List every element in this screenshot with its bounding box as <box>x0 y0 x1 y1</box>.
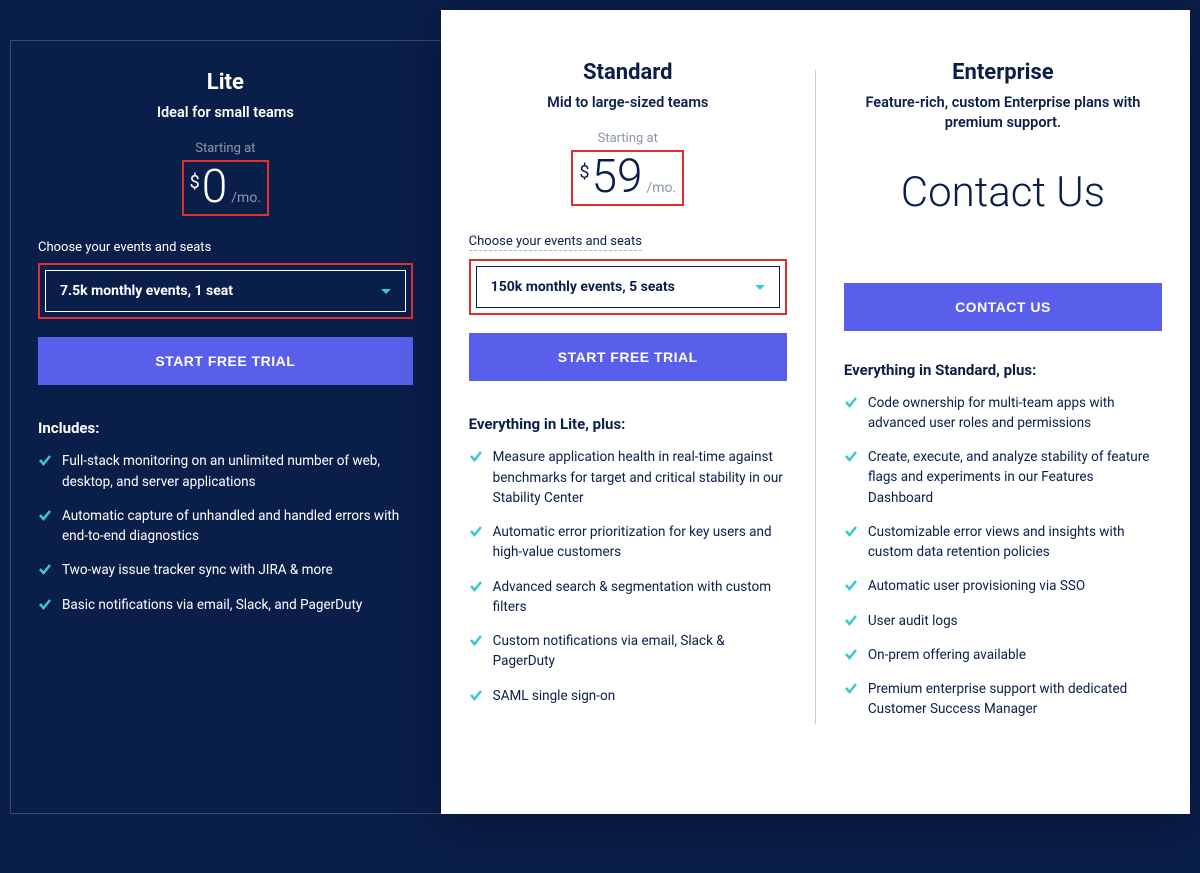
plan-card: Standard Mid to large-sized teams Starti… <box>441 10 1190 814</box>
feature-text: Advanced search & segmentation with cust… <box>493 577 787 618</box>
check-icon <box>38 562 52 576</box>
feature-text: Automatic capture of unhandled and handl… <box>62 506 413 547</box>
dropdown-highlight: 7.5k monthly events, 1 seat <box>38 263 413 319</box>
feature-item: Custom notifications via email, Slack & … <box>469 631 787 672</box>
feature-text: User audit logs <box>868 611 958 631</box>
dropdown-highlight: 150k monthly events, 5 seats <box>469 259 787 315</box>
plan-standard: Standard Mid to large-sized teams Starti… <box>441 60 815 764</box>
chevron-down-icon <box>381 289 391 294</box>
choose-label: Choose your events and seats <box>469 234 642 251</box>
feature-text: Premium enterprise support with dedicate… <box>868 679 1162 720</box>
starting-at-label: Starting at <box>38 141 413 156</box>
feature-text: Create, execute, and analyze stability o… <box>868 447 1162 508</box>
feature-item: Create, execute, and analyze stability o… <box>844 447 1162 508</box>
start-free-trial-button[interactable]: START FREE TRIAL <box>38 337 413 385</box>
feature-text: Code ownership for multi-team apps with … <box>868 393 1162 434</box>
plan-enterprise: Enterprise Feature-rich, custom Enterpri… <box>816 60 1190 764</box>
plan-title: Lite <box>38 70 413 95</box>
price-suffix: /mo. <box>646 180 676 196</box>
choose-label: Choose your events and seats <box>38 240 413 255</box>
feature-text: Custom notifications via email, Slack & … <box>493 631 787 672</box>
check-icon <box>844 578 858 592</box>
feature-list-standard: Measure application health in real-time … <box>469 447 787 706</box>
feature-text: Full-stack monitoring on an unlimited nu… <box>62 451 413 492</box>
price-value: 0 <box>202 164 228 210</box>
feature-item: Automatic user provisioning via SSO <box>844 576 1162 596</box>
contact-us-button[interactable]: CONTACT US <box>844 283 1162 331</box>
feature-text: Two-way issue tracker sync with JIRA & m… <box>62 560 333 580</box>
check-icon <box>844 681 858 695</box>
check-icon <box>844 524 858 538</box>
feature-text: On-prem offering available <box>868 645 1026 665</box>
feature-text: Measure application health in real-time … <box>493 447 787 508</box>
plan-title: Enterprise <box>844 60 1162 85</box>
start-free-trial-button[interactable]: START FREE TRIAL <box>469 333 787 381</box>
feature-item: Customizable error views and insights wi… <box>844 522 1162 563</box>
check-icon <box>38 597 52 611</box>
check-icon <box>469 524 483 538</box>
plan-subtitle: Feature-rich, custom Enterprise plans wi… <box>844 93 1162 134</box>
check-icon <box>844 613 858 627</box>
feature-text: Automatic error prioritization for key u… <box>493 522 787 563</box>
includes-heading: Includes: <box>38 419 413 437</box>
check-icon <box>469 688 483 702</box>
feature-item: SAML single sign-on <box>469 686 787 706</box>
plan-subtitle: Ideal for small teams <box>38 103 413 123</box>
price-currency: $ <box>579 162 589 183</box>
starting-at-label: Starting at <box>469 131 787 146</box>
chevron-down-icon <box>755 285 765 290</box>
feature-text: Basic notifications via email, Slack, an… <box>62 595 362 615</box>
plan-subtitle: Mid to large-sized teams <box>469 93 787 113</box>
includes-heading: Everything in Standard, plus: <box>844 361 1162 379</box>
check-icon <box>469 633 483 647</box>
feature-item: Basic notifications via email, Slack, an… <box>38 595 413 615</box>
feature-item: Automatic capture of unhandled and handl… <box>38 506 413 547</box>
check-icon <box>469 449 483 463</box>
feature-item: Measure application health in real-time … <box>469 447 787 508</box>
plan-title: Standard <box>469 60 787 85</box>
feature-list-enterprise: Code ownership for multi-team apps with … <box>844 393 1162 720</box>
events-seats-dropdown[interactable]: 150k monthly events, 5 seats <box>476 266 780 308</box>
check-icon <box>844 449 858 463</box>
check-icon <box>38 453 52 467</box>
feature-item: Advanced search & segmentation with cust… <box>469 577 787 618</box>
contact-us-heading: Contact Us <box>844 168 1162 217</box>
events-seats-dropdown[interactable]: 7.5k monthly events, 1 seat <box>45 270 406 312</box>
feature-item: Full-stack monitoring on an unlimited nu… <box>38 451 413 492</box>
check-icon <box>844 395 858 409</box>
price-value: 59 <box>591 154 642 200</box>
feature-text: Automatic user provisioning via SSO <box>868 576 1085 596</box>
price-highlight: $ 0 /mo. <box>182 160 269 216</box>
check-icon <box>38 508 52 522</box>
price-highlight: $ 59 /mo. <box>571 150 684 206</box>
feature-item: Premium enterprise support with dedicate… <box>844 679 1162 720</box>
dropdown-value: 7.5k monthly events, 1 seat <box>60 283 233 299</box>
feature-item: Automatic error prioritization for key u… <box>469 522 787 563</box>
price-suffix: /mo. <box>231 190 261 206</box>
feature-item: Code ownership for multi-team apps with … <box>844 393 1162 434</box>
pricing-grid: Lite Ideal for small teams Starting at $… <box>10 40 1190 814</box>
feature-item: User audit logs <box>844 611 1162 631</box>
check-icon <box>469 579 483 593</box>
includes-heading: Everything in Lite, plus: <box>469 415 787 433</box>
feature-item: On-prem offering available <box>844 645 1162 665</box>
check-icon <box>844 647 858 661</box>
feature-item: Two-way issue tracker sync with JIRA & m… <box>38 560 413 580</box>
price-currency: $ <box>190 172 200 193</box>
dropdown-value: 150k monthly events, 5 seats <box>491 279 675 295</box>
feature-list-lite: Full-stack monitoring on an unlimited nu… <box>38 451 413 615</box>
plan-lite: Lite Ideal for small teams Starting at $… <box>10 40 441 814</box>
feature-text: SAML single sign-on <box>493 686 615 706</box>
feature-text: Customizable error views and insights wi… <box>868 522 1162 563</box>
